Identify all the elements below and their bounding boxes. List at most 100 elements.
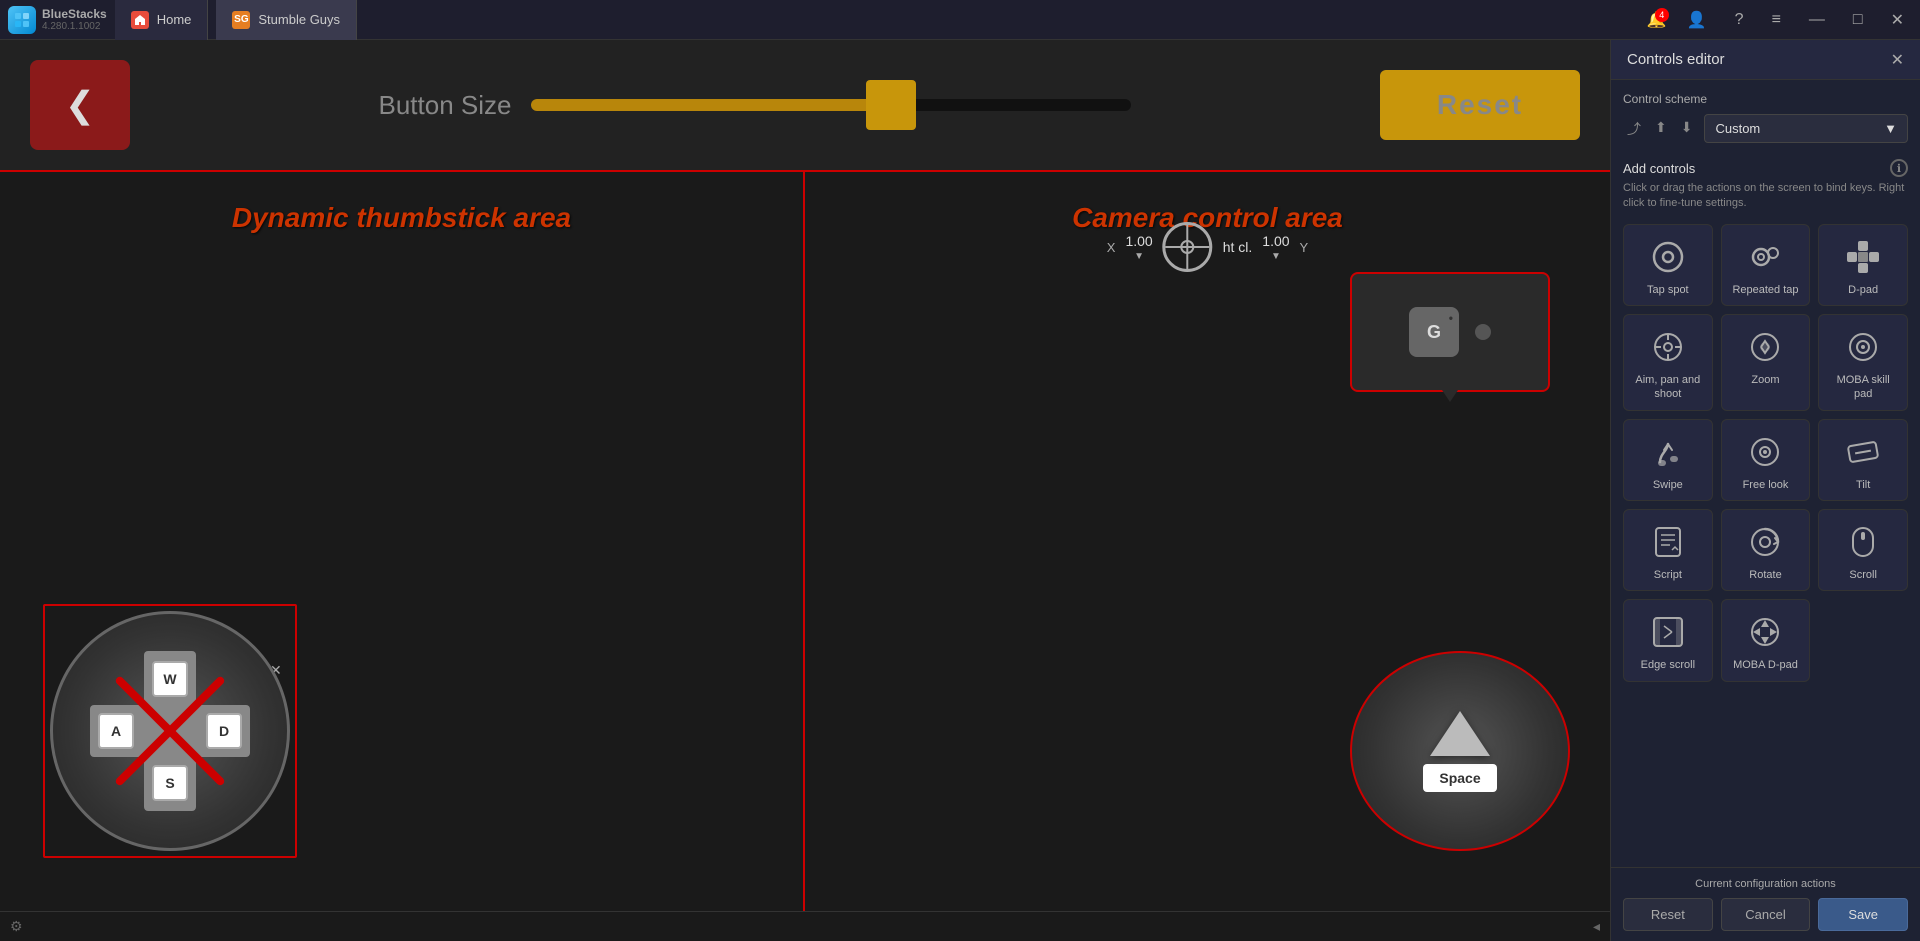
control-item-repeated-tap[interactable]: Repeated tap <box>1721 224 1811 306</box>
control-item-script[interactable]: Script <box>1623 509 1713 591</box>
tab-home[interactable]: Home <box>115 0 209 40</box>
dpad-outer-circle: W A S D <box>50 611 290 851</box>
crosshair-icon[interactable] <box>1163 222 1213 272</box>
control-item-moba-skill-pad[interactable]: MOBA skill pad <box>1818 314 1908 411</box>
panel-header: Controls editor ✕ <box>1611 40 1920 80</box>
control-item-moba-dpad[interactable]: MOBA D-pad <box>1721 599 1811 681</box>
panel-content: Control scheme ⤴ ⬆ ⬇ Custom ▼ Add con <box>1611 80 1920 867</box>
rotate-icon <box>1745 522 1785 562</box>
back-icon: ❮ <box>65 84 95 126</box>
footer-reset-button[interactable]: Reset <box>1623 898 1713 931</box>
title-bar-left: BlueStacks 4.280.1.1002 Home SG Stumble … <box>8 0 357 40</box>
scheme-action-icons: ⤴ ⬆ ⬇ <box>1623 115 1696 143</box>
control-item-tilt[interactable]: Tilt <box>1818 419 1908 501</box>
moba-dpad-icon <box>1745 612 1785 652</box>
close-button[interactable]: ✕ <box>1883 6 1912 34</box>
tab-home-label: Home <box>157 12 192 27</box>
tab-stumble-guys[interactable]: SG Stumble Guys <box>216 0 357 40</box>
y-coord-arrow: ▼ <box>1271 251 1281 262</box>
tilt-icon <box>1843 432 1883 472</box>
scheme-import-icon[interactable]: ⬇ <box>1677 115 1697 143</box>
maximize-button[interactable]: □ <box>1845 7 1871 33</box>
reset-button[interactable]: Reset <box>1380 70 1580 140</box>
dpad-control-label: D-pad <box>1848 283 1878 297</box>
minimize-button[interactable]: — <box>1801 7 1833 33</box>
free-look-label: Free look <box>1743 478 1789 492</box>
center-label: ht cl. <box>1223 239 1253 255</box>
free-look-icon <box>1745 432 1785 472</box>
account-button[interactable]: 👤 <box>1679 6 1715 34</box>
back-button[interactable]: ❮ <box>30 60 130 150</box>
resize-icon[interactable]: ◂ <box>1593 918 1600 935</box>
controls-grid: Tap spot Repeated tap <box>1623 224 1908 682</box>
add-controls-info-icon[interactable]: ℹ <box>1890 159 1908 177</box>
crosshair-vertical-line <box>1187 225 1189 269</box>
g-button[interactable]: G <box>1409 307 1459 357</box>
x-coord-arrow: ▼ <box>1134 251 1144 262</box>
bluestacks-logo: BlueStacks 4.280.1.1002 <box>8 6 107 34</box>
slider-fill <box>531 99 891 111</box>
dpad-key-a[interactable]: A <box>98 713 134 749</box>
edge-scroll-icon <box>1648 612 1688 652</box>
control-item-tap-spot[interactable]: Tap spot <box>1623 224 1713 306</box>
g-button-indicator <box>1475 324 1491 340</box>
dpad-key-d[interactable]: D <box>206 713 242 749</box>
controls-panel: Controls editor ✕ Control scheme ⤴ ⬆ ⬇ C… <box>1610 40 1920 941</box>
y-coord-value: 1.00 <box>1262 233 1289 249</box>
dynamic-zone-label: Dynamic thumbstick area <box>0 172 803 234</box>
bluestacks-icon <box>8 6 36 34</box>
add-controls-description: Click or drag the actions on the screen … <box>1623 181 1908 212</box>
tilt-label: Tilt <box>1856 478 1870 492</box>
crosshair-control: X 1.00 ▼ ht cl. 1.00 ▼ <box>1107 222 1308 272</box>
button-size-slider[interactable] <box>531 90 1131 120</box>
dpad-container[interactable]: W A S D <box>50 611 290 851</box>
dpad-key-s[interactable]: S <box>152 765 188 801</box>
button-size-label: Button Size <box>379 90 512 121</box>
help-button[interactable]: ? <box>1727 7 1752 33</box>
panel-title: Controls editor <box>1627 51 1725 68</box>
game-bottom-bar: ⚙ ◂ <box>0 911 1610 941</box>
space-button-container[interactable]: Space <box>1350 651 1570 851</box>
control-item-swipe[interactable]: Swipe <box>1623 419 1713 501</box>
control-item-zoom[interactable]: Zoom <box>1721 314 1811 411</box>
settings-bottom-icon[interactable]: ⚙ <box>10 918 23 935</box>
notification-icon[interactable]: 🔔 4 <box>1647 10 1667 30</box>
control-scheme-label: Control scheme <box>1623 92 1908 106</box>
g-button-container[interactable]: G <box>1350 272 1550 392</box>
center-label-group: ht cl. <box>1223 239 1253 255</box>
dpad-cross: W A S D <box>90 651 250 811</box>
app-name: BlueStacks 4.280.1.1002 <box>42 7 107 32</box>
footer-cancel-button[interactable]: Cancel <box>1721 898 1811 931</box>
panel-close-button[interactable]: ✕ <box>1891 50 1904 70</box>
game-zones: Dynamic thumbstick area ✕ W A S <box>0 170 1610 911</box>
aim-pan-shoot-icon <box>1648 327 1688 367</box>
control-scheme-select[interactable]: Custom ▼ <box>1704 114 1908 143</box>
control-item-free-look[interactable]: Free look <box>1721 419 1811 501</box>
tab-stumble-guys-label: Stumble Guys <box>258 12 340 27</box>
edge-scroll-label: Edge scroll <box>1641 658 1695 672</box>
zoom-label: Zoom <box>1751 373 1779 387</box>
script-label: Script <box>1654 568 1682 582</box>
button-size-section: Button Size <box>130 90 1380 121</box>
footer-save-button[interactable]: Save <box>1818 898 1908 931</box>
scheme-dropdown-icon: ▼ <box>1884 121 1897 136</box>
repeated-tap-icon <box>1745 237 1785 277</box>
moba-skill-pad-label: MOBA skill pad <box>1827 373 1899 402</box>
space-key-label: Space <box>1423 764 1496 792</box>
panel-footer: Current configuration actions Reset Canc… <box>1611 867 1920 941</box>
scheme-selected-value: Custom <box>1715 121 1760 136</box>
x-coord-value: 1.00 <box>1125 233 1152 249</box>
control-item-rotate[interactable]: Rotate <box>1721 509 1811 591</box>
y-coord-group: 1.00 ▼ <box>1262 233 1289 262</box>
control-item-edge-scroll[interactable]: Edge scroll <box>1623 599 1713 681</box>
dpad-key-w[interactable]: W <box>152 661 188 697</box>
settings-button[interactable]: ≡ <box>1764 7 1789 33</box>
control-item-scroll[interactable]: Scroll <box>1818 509 1908 591</box>
scheme-share-icon[interactable]: ⤴ <box>1623 115 1645 143</box>
dpad-control-icon <box>1843 237 1883 277</box>
control-item-dpad[interactable]: D-pad <box>1818 224 1908 306</box>
slider-thumb[interactable] <box>866 80 916 130</box>
control-item-aim-pan-shoot[interactable]: Aim, pan and shoot <box>1623 314 1713 411</box>
scheme-export-icon[interactable]: ⬆ <box>1651 115 1671 143</box>
moba-dpad-label: MOBA D-pad <box>1733 658 1798 672</box>
